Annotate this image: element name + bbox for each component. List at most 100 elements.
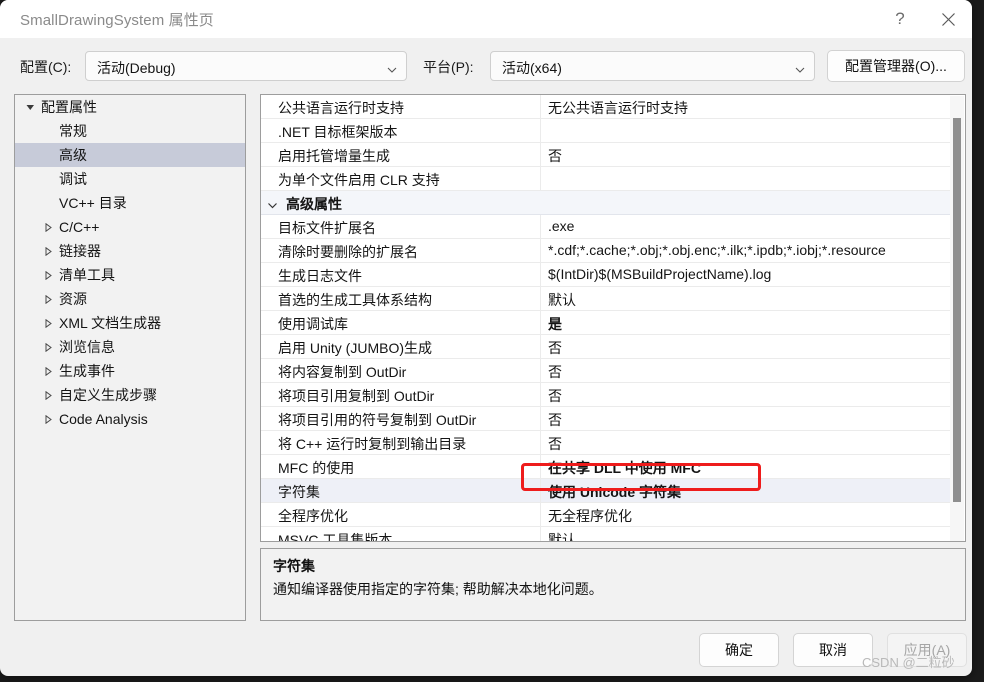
property-name: 高级属性 xyxy=(286,196,342,212)
property-group-header[interactable]: 高级属性 xyxy=(261,191,952,215)
ok-button[interactable]: 确定 xyxy=(699,633,779,667)
configuration-value: 活动(Debug) xyxy=(97,60,176,76)
tree-item[interactable]: C/C++ xyxy=(15,215,245,239)
property-name: 使用调试库 xyxy=(278,316,348,332)
tree-item[interactable]: 资源 xyxy=(15,287,245,311)
property-row[interactable]: .NET 目标框架版本 xyxy=(261,119,952,143)
property-value[interactable]: 否 xyxy=(548,434,562,454)
configuration-tree[interactable]: 配置属性常规高级 调试 VC++ 目录 C/C++ 链接器 清单工具 资源 XML 文档生成器… xyxy=(14,94,246,621)
property-row[interactable]: 启用托管增量生成 否 xyxy=(261,143,952,167)
property-row[interactable]: 字符集 使用 Unicode 字符集 xyxy=(261,479,952,503)
property-value[interactable]: 默认 xyxy=(548,530,576,541)
tree-item-label: XML 文档生成器 xyxy=(59,315,162,331)
chevron-down-icon[interactable] xyxy=(267,198,278,209)
property-row[interactable]: 将内容复制到 OutDir 否 xyxy=(261,359,952,383)
twisty-none xyxy=(41,167,55,191)
property-name: 字符集 xyxy=(278,484,320,500)
scrollbar-thumb[interactable] xyxy=(953,118,961,502)
property-name: 目标文件扩展名 xyxy=(278,220,376,236)
property-row[interactable]: 将项目引用的符号复制到 OutDir 否 xyxy=(261,407,952,431)
configuration-manager-button[interactable]: 配置管理器(O)... xyxy=(827,50,965,82)
property-value[interactable]: 默认 xyxy=(548,290,576,310)
tree-item-label: C/C++ xyxy=(59,219,100,235)
column-divider xyxy=(540,167,541,191)
help-question-icon[interactable]: ? xyxy=(877,0,923,38)
column-divider xyxy=(540,263,541,287)
cancel-button[interactable]: 取消 xyxy=(793,633,873,667)
tree-item[interactable]: XML 文档生成器 xyxy=(15,311,245,335)
property-value[interactable]: 无公共语言运行时支持 xyxy=(548,98,688,118)
tree-item[interactable]: 生成事件 xyxy=(15,359,245,383)
property-value[interactable]: 是 xyxy=(548,314,562,334)
property-row[interactable]: 首选的生成工具体系结构 默认 xyxy=(261,287,952,311)
window-title: SmallDrawingSystem 属性页 xyxy=(20,12,214,29)
column-divider xyxy=(540,431,541,455)
configuration-label: 配置(C): xyxy=(20,59,72,75)
tree-item[interactable]: 常规 xyxy=(15,119,245,143)
tree-item-label: VC++ 目录 xyxy=(59,195,127,211)
column-divider xyxy=(540,479,541,503)
property-name: 将项目引用复制到 OutDir xyxy=(278,388,435,404)
platform-select[interactable]: 活动(x64) xyxy=(490,51,815,81)
property-grid[interactable]: 公共语言运行时支持 无公共语言运行时支持 .NET 目标框架版本启用托管增量生成否为… xyxy=(260,94,966,542)
property-row[interactable]: 使用调试库 是 xyxy=(261,311,952,335)
title-bar: SmallDrawingSystem 属性页 ? xyxy=(0,0,972,38)
tree-item[interactable]: 自定义生成步骤 xyxy=(15,383,245,407)
property-name: 全程序优化 xyxy=(278,508,348,524)
property-row[interactable]: 生成日志文件 $(IntDir)$(MSBuildProjectName).log xyxy=(261,263,952,287)
twisty-none xyxy=(41,191,55,215)
property-value[interactable]: 使用 Unicode 字符集 xyxy=(548,482,681,502)
twisty-collapsed-icon xyxy=(41,311,55,335)
tree-item[interactable]: 清单工具 xyxy=(15,263,245,287)
twisty-collapsed-icon xyxy=(41,383,55,407)
configuration-select[interactable]: 活动(Debug) xyxy=(85,51,407,81)
twisty-collapsed-icon xyxy=(41,287,55,311)
column-divider xyxy=(540,95,541,119)
twisty-none xyxy=(41,119,55,143)
property-value[interactable]: 否 xyxy=(548,386,562,406)
tree-item[interactable]: 浏览信息 xyxy=(15,335,245,359)
tree-item[interactable]: VC++ 目录 xyxy=(15,191,245,215)
property-value[interactable]: 否 xyxy=(548,338,562,358)
property-row[interactable]: MSVC 工具集版本 默认 xyxy=(261,527,952,541)
property-row[interactable]: 公共语言运行时支持 无公共语言运行时支持 xyxy=(261,95,952,119)
tree-item[interactable]: 调试 xyxy=(15,167,245,191)
tree-item[interactable]: Code Analysis xyxy=(15,407,245,431)
property-value[interactable]: 否 xyxy=(548,410,562,430)
column-divider xyxy=(540,383,541,407)
tree-item[interactable]: 链接器 xyxy=(15,239,245,263)
property-row[interactable]: 将 C++ 运行时复制到输出目录 否 xyxy=(261,431,952,455)
property-value[interactable]: 在共享 DLL 中使用 MFC xyxy=(548,458,701,478)
close-icon[interactable] xyxy=(925,0,971,38)
property-name: 启用 Unity (JUMBO)生成 xyxy=(278,340,432,356)
property-value[interactable]: 无全程序优化 xyxy=(548,506,632,526)
tree-item-label: 常规 xyxy=(59,123,87,139)
property-row[interactable]: 全程序优化 无全程序优化 xyxy=(261,503,952,527)
twisty-collapsed-icon xyxy=(41,335,55,359)
column-divider xyxy=(540,407,541,431)
column-divider xyxy=(540,287,541,311)
twisty-collapsed-icon xyxy=(41,407,55,431)
property-row[interactable]: 清除时要删除的扩展名 *.cdf;*.cache;*.obj;*.obj.enc;… xyxy=(261,239,952,263)
property-row[interactable]: 将项目引用复制到 OutDir 否 xyxy=(261,383,952,407)
twisty-collapsed-icon xyxy=(41,239,55,263)
property-grid-scrollbar[interactable] xyxy=(950,96,964,541)
property-value[interactable]: $(IntDir)$(MSBuildProjectName).log xyxy=(548,266,771,282)
property-row[interactable]: 启用 Unity (JUMBO)生成 否 xyxy=(261,335,952,359)
property-value[interactable]: *.cdf;*.cache;*.obj;*.obj.enc;*.ilk;*.ip… xyxy=(548,242,886,258)
tree-item[interactable]: 高级 xyxy=(15,143,245,167)
property-name: .NET 目标框架版本 xyxy=(278,124,398,140)
property-pages-dialog: SmallDrawingSystem 属性页 ? 配置(C): 活动(Debug… xyxy=(0,0,972,676)
configuration-bar: 配置(C): 活动(Debug) 平台(P): 活动(x64) 配置管理器(O)… xyxy=(0,38,972,94)
platform-value: 活动(x64) xyxy=(502,60,562,76)
tree-item-label: 配置属性 xyxy=(41,99,97,115)
property-row[interactable]: MFC 的使用 在共享 DLL 中使用 MFC xyxy=(261,455,952,479)
property-value[interactable]: 否 xyxy=(548,146,562,166)
description-text: 通知编译器使用指定的字符集; 帮助解决本地化问题。 xyxy=(273,581,603,597)
tree-item[interactable]: 配置属性 xyxy=(15,95,245,119)
property-value[interactable]: 否 xyxy=(548,362,562,382)
property-row[interactable]: 为单个文件启用 CLR 支持 xyxy=(261,167,952,191)
property-name: 生成日志文件 xyxy=(278,268,362,284)
property-row[interactable]: 目标文件扩展名 .exe xyxy=(261,215,952,239)
property-value[interactable]: .exe xyxy=(548,218,574,234)
